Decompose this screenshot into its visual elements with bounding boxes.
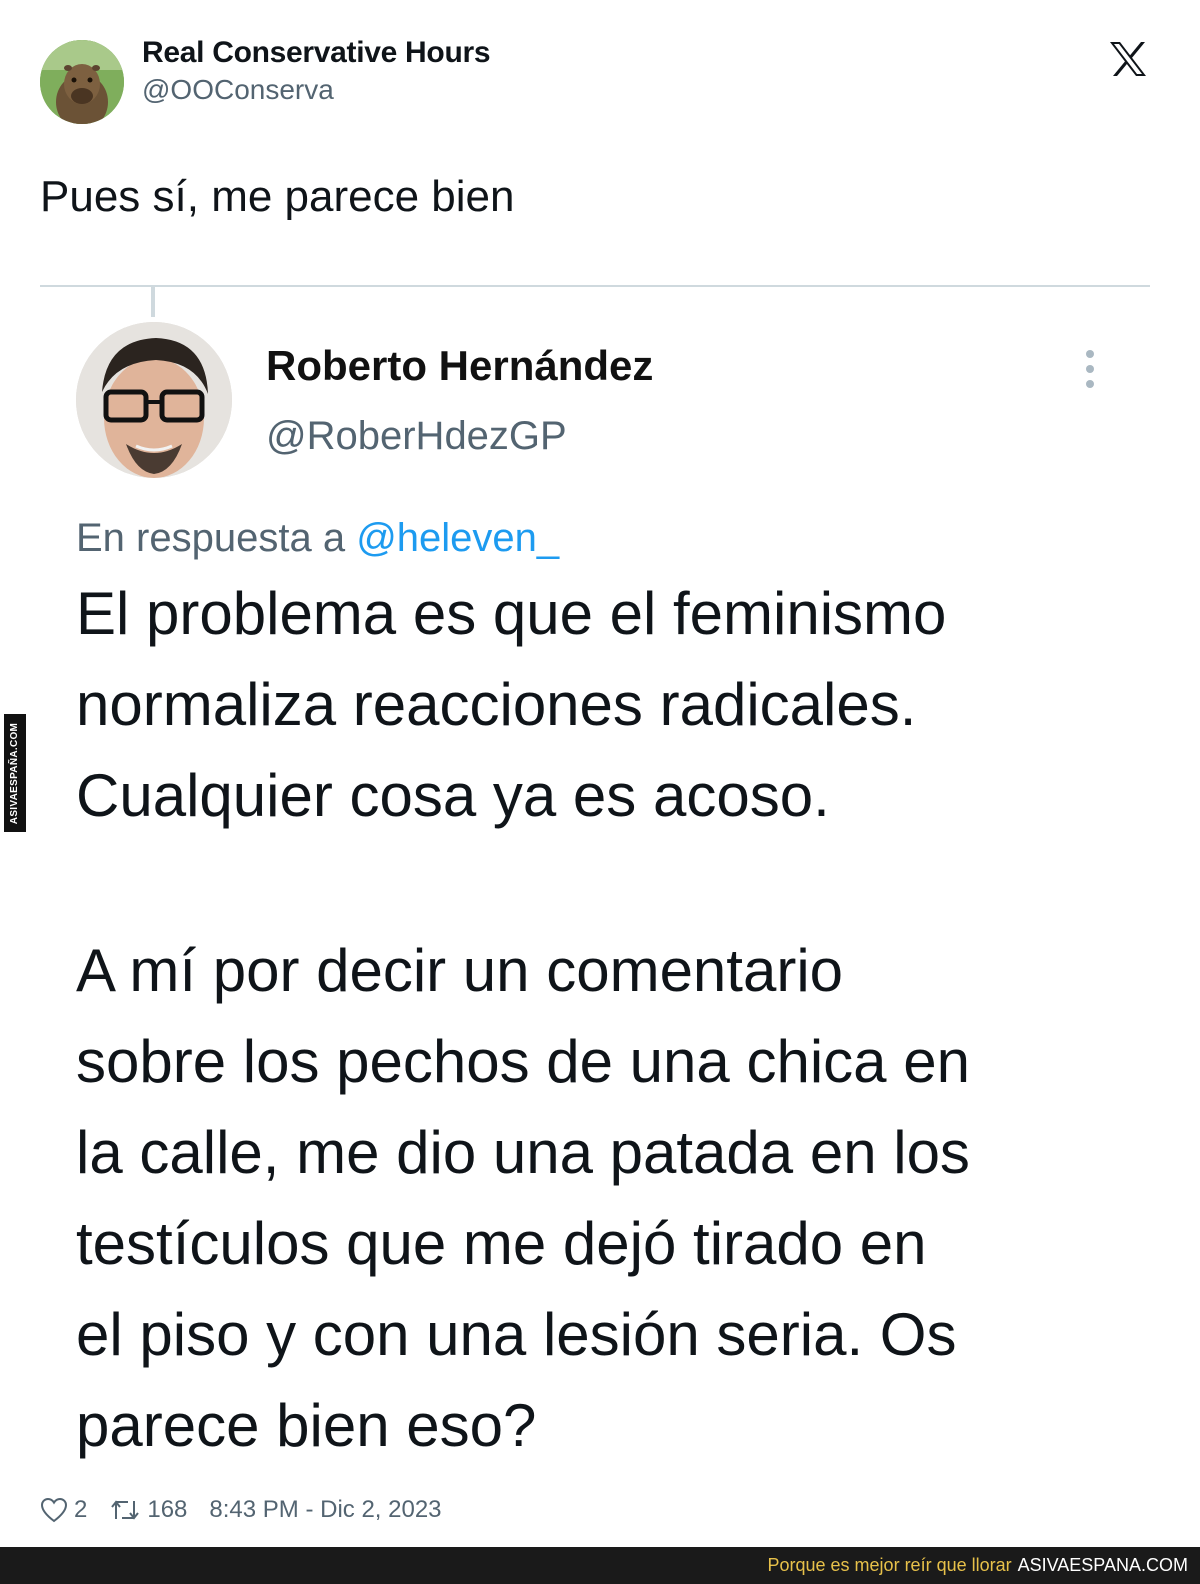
retweet-icon — [111, 1500, 140, 1520]
like-button[interactable]: 2 — [40, 1496, 87, 1524]
reply-mention: @heleven_ — [356, 516, 560, 560]
banner-site[interactable]: ASIVAESPANA.COM — [1018, 1555, 1188, 1576]
divider — [40, 285, 1150, 287]
like-count: 2 — [74, 1496, 88, 1523]
timestamp[interactable]: 8:43 PM - Dic 2, 2023 — [209, 1496, 441, 1524]
quoted-author-handle: @RoberHdezGP — [266, 414, 567, 458]
reply-context: En respuesta a @heleven_ — [76, 516, 559, 561]
quoted-text-paragraph-2: A mí por decir un comentario sobre los p… — [76, 937, 970, 1459]
capybara-avatar-image — [40, 40, 124, 124]
tweet-text: Pues sí, me parece bien — [40, 172, 515, 221]
reply-prefix: En respuesta a — [76, 516, 346, 560]
quoted-author-name: Roberto Hernández — [266, 342, 654, 389]
man-portrait-image — [76, 322, 232, 478]
quoted-text-paragraph-1: El problema es que el feminismo normaliz… — [76, 580, 947, 829]
x-logo-icon[interactable] — [1108, 40, 1150, 80]
more-vertical-icon — [1078, 348, 1102, 392]
side-watermark: ASIVAESPAÑA.COM — [4, 714, 26, 832]
bottom-banner: Porque es mejor reír que llorar ASIVAESP… — [0, 1547, 1200, 1584]
retweet-count: 168 — [147, 1496, 188, 1523]
tweet-stats: 2 168 8:43 PM - Dic 2, 2023 — [40, 1490, 442, 1530]
banner-slogan: Porque es mejor reír que llorar — [767, 1555, 1012, 1575]
quoted-avatar — [76, 322, 232, 478]
retweet-button[interactable]: 168 — [109, 1496, 187, 1524]
thread-connector — [151, 287, 155, 317]
avatar[interactable] — [40, 40, 124, 124]
author-handle[interactable]: @OOConserva — [142, 74, 334, 106]
heart-icon — [40, 1497, 68, 1523]
author-name[interactable]: Real Conservative Hours — [142, 36, 491, 70]
